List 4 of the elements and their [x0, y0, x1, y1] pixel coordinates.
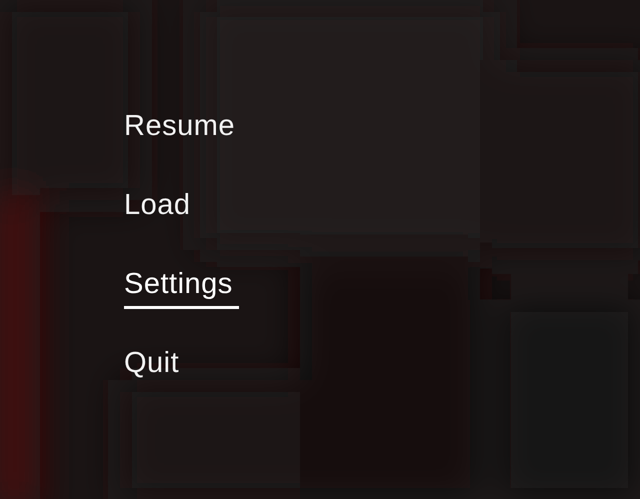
menu-item[interactable]: Resume	[124, 108, 241, 151]
menu-item[interactable]: Settings	[124, 266, 239, 309]
menu-item[interactable]: Quit	[124, 345, 186, 388]
menu-item[interactable]: Load	[124, 187, 197, 230]
